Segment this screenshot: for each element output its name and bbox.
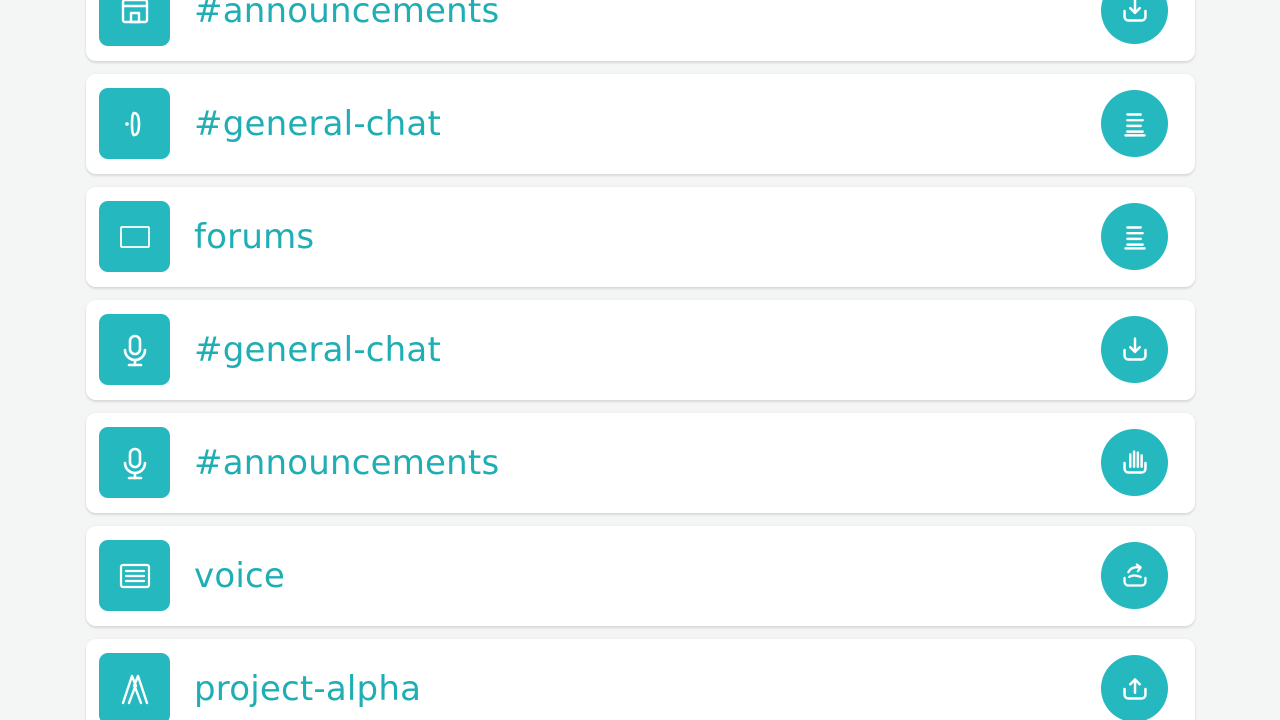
list-icon[interactable] [1101, 203, 1168, 270]
channel-row[interactable]: voice [86, 526, 1195, 626]
hand-icon[interactable] [1101, 429, 1168, 496]
channel-name: forums [194, 217, 315, 257]
share-icon[interactable] [1101, 542, 1168, 609]
channel-name: voice [194, 556, 285, 596]
folder-icon [99, 0, 170, 46]
channel-name: #general-chat [194, 104, 441, 144]
download-icon[interactable] [1101, 0, 1168, 44]
channel-name: #announcements [194, 443, 500, 483]
channel-list-viewport: #announcements #general-chat forums #gen… [0, 0, 1280, 720]
microphone-icon [99, 427, 170, 498]
channel-name: #announcements [194, 0, 500, 31]
document-icon [99, 540, 170, 611]
channel-list: #announcements #general-chat forums #gen… [86, 0, 1195, 720]
channel-row[interactable]: #announcements [86, 413, 1195, 513]
chat-bubble-icon [99, 88, 170, 159]
alpha-icon [99, 653, 170, 720]
channel-name: #general-chat [194, 330, 441, 370]
screen-icon [99, 201, 170, 272]
upload-icon[interactable] [1101, 655, 1168, 720]
download-icon[interactable] [1101, 316, 1168, 383]
channel-row[interactable]: project-alpha [86, 639, 1195, 720]
microphone-icon [99, 314, 170, 385]
channel-name: project-alpha [194, 669, 422, 709]
list-icon[interactable] [1101, 90, 1168, 157]
channel-row[interactable]: #general-chat [86, 74, 1195, 174]
channel-row[interactable]: #general-chat [86, 300, 1195, 400]
channel-row[interactable]: forums [86, 187, 1195, 287]
channel-row[interactable]: #announcements [86, 0, 1195, 61]
